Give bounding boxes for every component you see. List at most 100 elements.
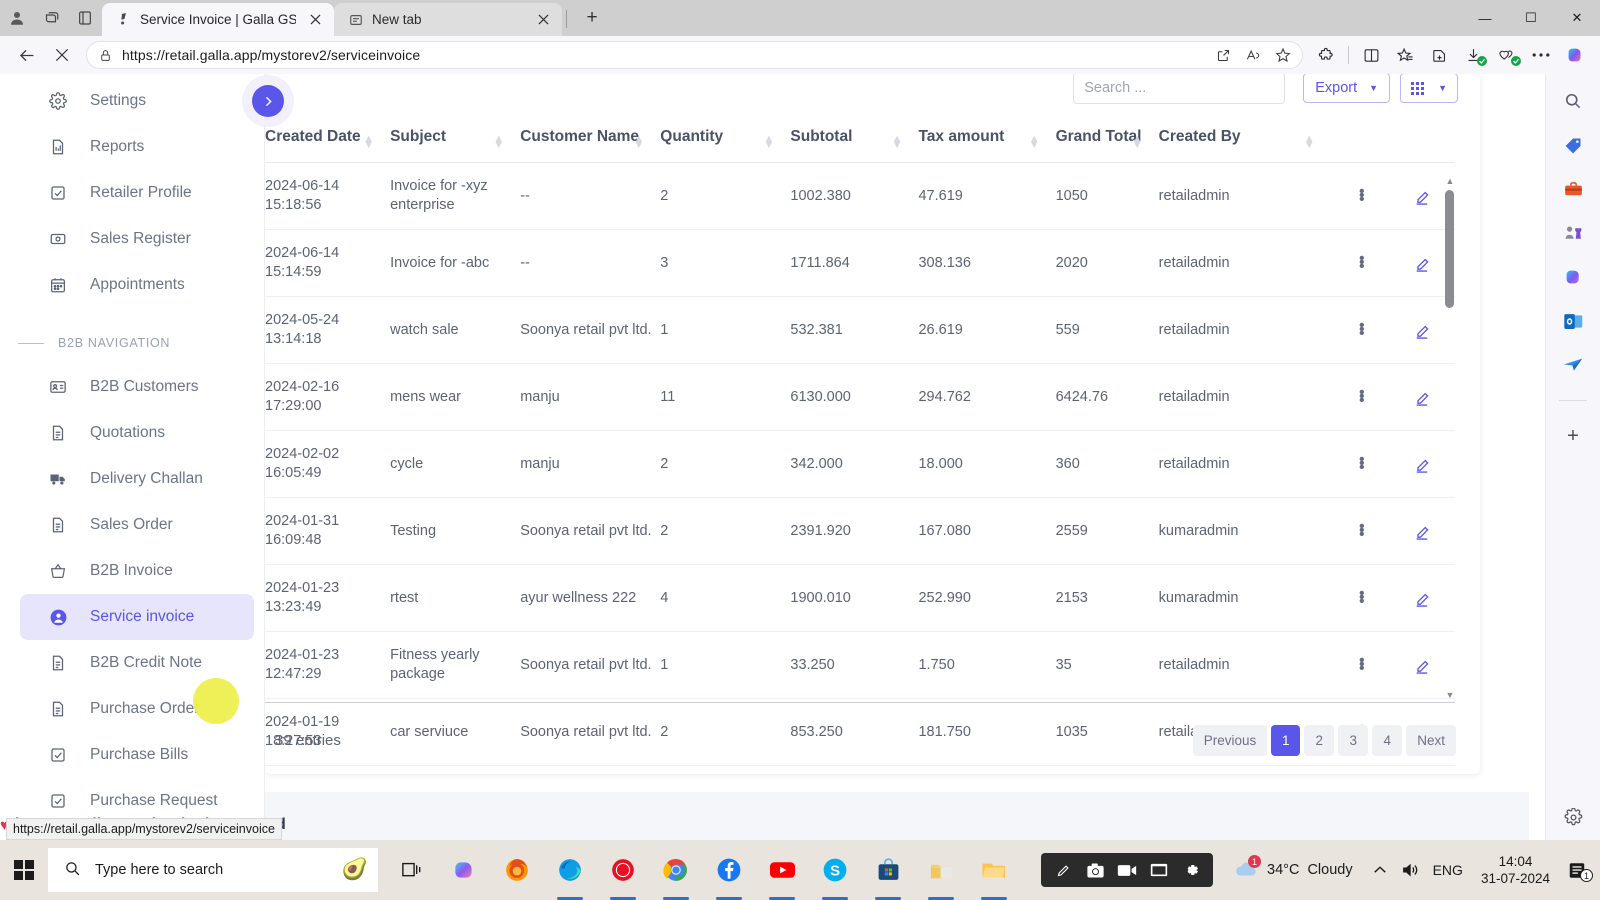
- table-row[interactable]: 2024-06-14 15:14:59 Invoice for -abc -- 3 171…: [265, 229, 1455, 297]
- tab-new-tab[interactable]: New tab: [334, 3, 562, 36]
- file-explorer-icon[interactable]: [969, 840, 1019, 900]
- tab-copilot-icon[interactable]: [34, 0, 68, 36]
- recorder-icon[interactable]: [598, 840, 648, 900]
- settings-more-icon[interactable]: [1524, 40, 1558, 70]
- kebab-menu-icon[interactable]: •••: [1331, 184, 1393, 208]
- favorites-icon[interactable]: [1388, 40, 1422, 70]
- pagination-next[interactable]: Next: [1406, 724, 1456, 756]
- table-row[interactable]: 2024-01-23 13:23:49 rtest ayur wellness 222…: [265, 564, 1455, 632]
- back-button[interactable]: [8, 40, 44, 70]
- sidebar-item-b2b-customers[interactable]: B2B Customers: [20, 364, 254, 410]
- video-icon[interactable]: [1113, 857, 1141, 883]
- export-button[interactable]: Export ▼: [1303, 74, 1391, 103]
- kebab-menu-icon[interactable]: •••: [1331, 653, 1393, 677]
- edge-icon[interactable]: [545, 840, 595, 900]
- copilot-icon[interactable]: [439, 840, 489, 900]
- read-aloud-icon[interactable]: [1238, 42, 1268, 68]
- sort-icon[interactable]: ▲ ▼: [1132, 134, 1143, 151]
- show-hidden-icons-button[interactable]: [1365, 850, 1395, 890]
- column-header-subtotal[interactable]: Subtotal ▲ ▼: [790, 114, 919, 163]
- sidebar-item-quotations[interactable]: Quotations: [20, 410, 254, 456]
- games-icon[interactable]: [1560, 220, 1586, 246]
- copilot-icon[interactable]: [1558, 40, 1592, 70]
- browser-extensions-icon[interactable]: [1309, 40, 1343, 70]
- tab-close-icon[interactable]: [532, 9, 554, 31]
- scroll-up-icon[interactable]: ▲: [1444, 174, 1456, 188]
- shopping-icon[interactable]: [1560, 132, 1586, 158]
- microsoft-store-icon[interactable]: [863, 840, 913, 900]
- sort-icon[interactable]: ▲ ▼: [1304, 134, 1315, 151]
- tab-close-icon[interactable]: [304, 9, 326, 31]
- start-button[interactable]: [0, 840, 48, 900]
- new-tab-button[interactable]: +: [577, 3, 607, 33]
- sidebar-item-retailer-profile[interactable]: Retailer Profile: [20, 170, 254, 216]
- send-icon[interactable]: [1560, 352, 1586, 378]
- column-header-quantity[interactable]: Quantity ▲ ▼: [660, 114, 791, 163]
- settings-icon[interactable]: [1177, 857, 1205, 883]
- sort-icon[interactable]: ▲ ▼: [633, 134, 644, 151]
- minimize-button[interactable]: —: [1462, 0, 1508, 36]
- chrome-icon[interactable]: [651, 840, 701, 900]
- kebab-menu-icon[interactable]: •••: [1331, 251, 1393, 275]
- weather-widget[interactable]: 1 34°C Cloudy: [1221, 855, 1365, 881]
- outlook-icon[interactable]: [1560, 308, 1586, 334]
- column-header-customer-name[interactable]: Customer Name ▲ ▼: [520, 114, 661, 163]
- table-row[interactable]: 2024-01-23 12:47:29 Fitness yearly package…: [265, 631, 1455, 699]
- column-header-grand-total[interactable]: Grand Total ▲ ▼: [1055, 114, 1159, 163]
- search-input[interactable]: Search ...: [1073, 74, 1286, 104]
- folder-yellow-icon[interactable]: [916, 840, 966, 900]
- youtube-icon[interactable]: [757, 840, 807, 900]
- search-icon[interactable]: [1560, 88, 1586, 114]
- column-header-tax-amount[interactable]: Tax amount ▲ ▼: [918, 114, 1056, 163]
- table-row[interactable]: 2024-05-24 13:14:18 watch sale Soonya retai…: [265, 296, 1455, 364]
- close-window-button[interactable]: ✕: [1554, 0, 1600, 36]
- kebab-menu-icon[interactable]: •••: [1331, 385, 1393, 409]
- window-icon[interactable]: [1145, 857, 1173, 883]
- task-view-icon[interactable]: [386, 840, 436, 900]
- scroll-down-icon[interactable]: ▼: [1444, 688, 1456, 702]
- sidebar-item-sales-order[interactable]: Sales Order: [20, 502, 254, 548]
- kebab-menu-icon[interactable]: •••: [1331, 519, 1393, 543]
- pen-icon[interactable]: [1049, 857, 1077, 883]
- camera-icon[interactable]: [1081, 857, 1109, 883]
- browser-essentials-icon[interactable]: [1490, 40, 1524, 70]
- pagination-previous[interactable]: Previous: [1192, 724, 1268, 756]
- sidebar-item-reports[interactable]: Reports: [20, 124, 254, 170]
- table-vertical-scrollbar[interactable]: ▲ ▼: [1444, 174, 1456, 702]
- column-visibility-button[interactable]: ▼: [1400, 74, 1458, 103]
- sort-icon[interactable]: ▲ ▼: [764, 134, 775, 151]
- sidebar-collapse-button[interactable]: [242, 75, 294, 127]
- downloads-icon[interactable]: [1456, 40, 1490, 70]
- pagination-page-3[interactable]: 3: [1338, 724, 1369, 756]
- table-row[interactable]: 2024-02-02 16:05:49 cycle manju 2 342.000 18.0…: [265, 430, 1455, 498]
- tab-service-invoice[interactable]: Service Invoice | Galla GST - Inve: [102, 3, 334, 36]
- kebab-menu-icon[interactable]: •••: [1331, 586, 1393, 610]
- customize-sidebar-icon[interactable]: [1560, 804, 1586, 830]
- sort-icon[interactable]: ▲ ▼: [363, 134, 374, 151]
- share-icon[interactable]: [1208, 42, 1238, 68]
- kebab-menu-icon[interactable]: •••: [1331, 452, 1393, 476]
- sidebar-item-settings[interactable]: Settings: [20, 78, 254, 124]
- volume-icon[interactable]: [1395, 850, 1425, 890]
- sidebar-item-delivery-challan[interactable]: Delivery Challan: [20, 456, 254, 502]
- column-header-created-by[interactable]: Created By ▲ ▼: [1158, 114, 1331, 163]
- table-row[interactable]: 2024-02-16 17:29:00 mens wear manju 11 6130.0…: [265, 363, 1455, 431]
- tools-icon[interactable]: [1560, 176, 1586, 202]
- collections-icon[interactable]: [1422, 40, 1456, 70]
- pagination-page-2[interactable]: 2: [1304, 724, 1335, 756]
- language-indicator[interactable]: ENG: [1425, 862, 1471, 878]
- address-bar[interactable]: https://retail.galla.app/mystorev2/servi…: [86, 41, 1303, 69]
- skype-icon[interactable]: S: [810, 840, 860, 900]
- sort-icon[interactable]: ▲ ▼: [892, 134, 903, 151]
- pagination-page-1[interactable]: 1: [1271, 724, 1301, 756]
- maximize-button[interactable]: ☐: [1508, 0, 1554, 36]
- profile-avatar-icon[interactable]: [0, 0, 34, 36]
- sort-icon[interactable]: ▲ ▼: [493, 134, 504, 151]
- column-header-subject[interactable]: Subject ▲ ▼: [390, 114, 521, 163]
- split-screen-icon[interactable]: [1354, 40, 1388, 70]
- sidebar-item-appointments[interactable]: Appointments: [20, 262, 254, 308]
- facebook-icon[interactable]: [704, 840, 754, 900]
- table-row[interactable]: 2024-06-14 15:18:56 Invoice for -xyz enter…: [265, 162, 1455, 230]
- sidebar-item-purchase-bills[interactable]: Purchase Bills: [20, 732, 254, 778]
- pagination-page-4[interactable]: 4: [1372, 724, 1403, 756]
